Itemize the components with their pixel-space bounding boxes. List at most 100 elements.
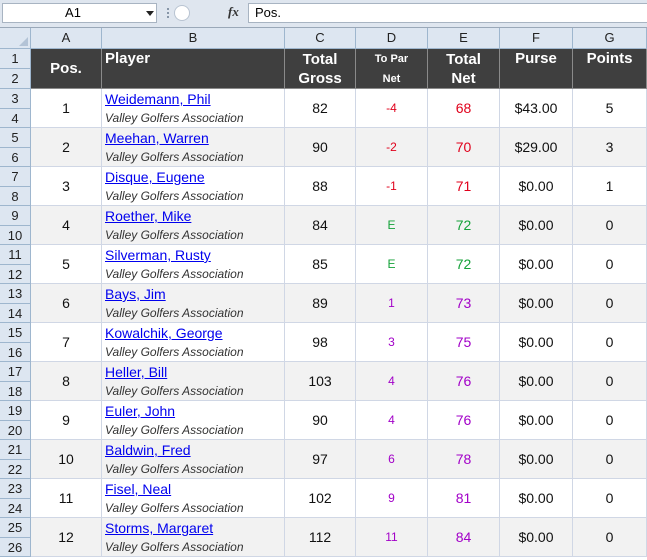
select-all-corner[interactable]: [0, 28, 31, 49]
column-header-b[interactable]: B: [102, 28, 285, 49]
cell-pos: 2: [31, 128, 102, 167]
row-header-17[interactable]: 17: [0, 362, 31, 382]
chevron-down-icon[interactable]: [146, 11, 154, 16]
cell-pos: 11: [31, 479, 102, 518]
cell-to-par-net: 4: [356, 401, 428, 440]
header-pos: Pos.: [31, 49, 102, 89]
player-link[interactable]: Weidemann, Phil: [105, 90, 211, 108]
association-label: Valley Golfers Association: [105, 150, 244, 164]
association-label: Valley Golfers Association: [105, 462, 244, 476]
cell-player: Bays, Jim Valley Golfers Association: [102, 284, 285, 323]
cell-points: 0: [573, 362, 647, 401]
column-header-a[interactable]: A: [31, 28, 102, 49]
row-header-9[interactable]: 9: [0, 206, 31, 226]
cell-points: 1: [573, 167, 647, 206]
cell-to-par-net: -1: [356, 167, 428, 206]
cell-total-gross: 102: [285, 479, 356, 518]
row-header-23[interactable]: 23: [0, 479, 31, 499]
cell-points: 0: [573, 518, 647, 557]
cell-pos: 5: [31, 245, 102, 284]
row-header-7[interactable]: 7: [0, 167, 31, 187]
column-header-d[interactable]: D: [356, 28, 428, 49]
player-link[interactable]: Roether, Mike: [105, 207, 191, 225]
row-header-4[interactable]: 4: [0, 109, 31, 128]
name-box-value: A1: [65, 5, 81, 20]
cell-total-gross: 90: [285, 401, 356, 440]
cell-purse: $0.00: [500, 401, 573, 440]
row-header-25[interactable]: 25: [0, 518, 31, 538]
cell-to-par-net: 11: [356, 518, 428, 557]
cell-total-gross: 98: [285, 323, 356, 362]
column-header-f[interactable]: F: [500, 28, 573, 49]
player-link[interactable]: Storms, Margaret: [105, 519, 213, 537]
cell-to-par-net: 6: [356, 440, 428, 479]
row-header-21[interactable]: 21: [0, 440, 31, 460]
cell-to-par-net: E: [356, 245, 428, 284]
row-header-2[interactable]: 2: [0, 69, 31, 89]
header-total-net: Total Net: [428, 49, 500, 89]
formula-input[interactable]: Pos.: [248, 3, 647, 23]
row-header-5[interactable]: 5: [0, 128, 31, 148]
row-header-24[interactable]: 24: [0, 499, 31, 518]
column-header-g[interactable]: G: [573, 28, 647, 49]
cell-player: Weidemann, Phil Valley Golfers Associatio…: [102, 89, 285, 128]
header-total-net-line: Total: [446, 50, 481, 68]
player-link[interactable]: Bays, Jim: [105, 285, 166, 303]
row-header-14[interactable]: 14: [0, 304, 31, 323]
column-header-c[interactable]: C: [285, 28, 356, 49]
cell-total-gross: 90: [285, 128, 356, 167]
insert-function-icon[interactable]: fx: [228, 4, 239, 20]
cell-player: Disque, Eugene Valley Golfers Association: [102, 167, 285, 206]
row-header-15[interactable]: 15: [0, 323, 31, 343]
player-link[interactable]: Disque, Eugene: [105, 168, 205, 186]
column-header-e[interactable]: E: [428, 28, 500, 49]
row-header-16[interactable]: 16: [0, 343, 31, 362]
cell-player: Silverman, Rusty Valley Golfers Associati…: [102, 245, 285, 284]
cell-total-gross: 97: [285, 440, 356, 479]
row-header-26[interactable]: 26: [0, 538, 31, 557]
cell-purse: $0.00: [500, 518, 573, 557]
row-header-3[interactable]: 3: [0, 89, 31, 109]
grip-handle-icon[interactable]: [164, 6, 172, 20]
cell-total-net: 70: [428, 128, 500, 167]
cell-total-net: 72: [428, 245, 500, 284]
player-link[interactable]: Fisel, Neal: [105, 480, 171, 498]
association-label: Valley Golfers Association: [105, 384, 244, 398]
cell-purse: $0.00: [500, 206, 573, 245]
association-label: Valley Golfers Association: [105, 111, 244, 125]
cell-to-par-net: -2: [356, 128, 428, 167]
row-header-11[interactable]: 11: [0, 245, 31, 265]
cell-points: 5: [573, 89, 647, 128]
cell-to-par-net: 3: [356, 323, 428, 362]
expand-circle-icon[interactable]: [174, 5, 190, 21]
row-header-10[interactable]: 10: [0, 226, 31, 245]
player-link[interactable]: Meehan, Warren: [105, 129, 209, 147]
row-header-6[interactable]: 6: [0, 148, 31, 167]
row-header-18[interactable]: 18: [0, 382, 31, 401]
player-link[interactable]: Euler, John: [105, 402, 175, 420]
row-header-13[interactable]: 13: [0, 284, 31, 304]
header-to-par-net: To Par Net: [356, 49, 428, 89]
row-header-20[interactable]: 20: [0, 421, 31, 440]
cell-points: 3: [573, 128, 647, 167]
row-header-19[interactable]: 19: [0, 401, 31, 421]
player-link[interactable]: Silverman, Rusty: [105, 246, 211, 264]
cell-points: 0: [573, 440, 647, 479]
player-link[interactable]: Kowalchik, George: [105, 324, 223, 342]
cell-player: Storms, Margaret Valley Golfers Associati…: [102, 518, 285, 557]
cell-to-par-net: E: [356, 206, 428, 245]
row-header-1[interactable]: 1: [0, 49, 31, 69]
header-total-gross-line: Gross: [298, 69, 342, 87]
cell-points: 0: [573, 284, 647, 323]
cell-player: Kowalchik, George Valley Golfers Associat…: [102, 323, 285, 362]
cell-player: Baldwin, Fred Valley Golfers Association: [102, 440, 285, 479]
name-box[interactable]: A1: [2, 3, 157, 23]
cell-total-net: 68: [428, 89, 500, 128]
cell-total-net: 75: [428, 323, 500, 362]
player-link[interactable]: Heller, Bill: [105, 363, 167, 381]
row-header-12[interactable]: 12: [0, 265, 31, 284]
row-header-8[interactable]: 8: [0, 187, 31, 206]
cell-pos: 10: [31, 440, 102, 479]
row-header-22[interactable]: 22: [0, 460, 31, 479]
player-link[interactable]: Baldwin, Fred: [105, 441, 191, 459]
